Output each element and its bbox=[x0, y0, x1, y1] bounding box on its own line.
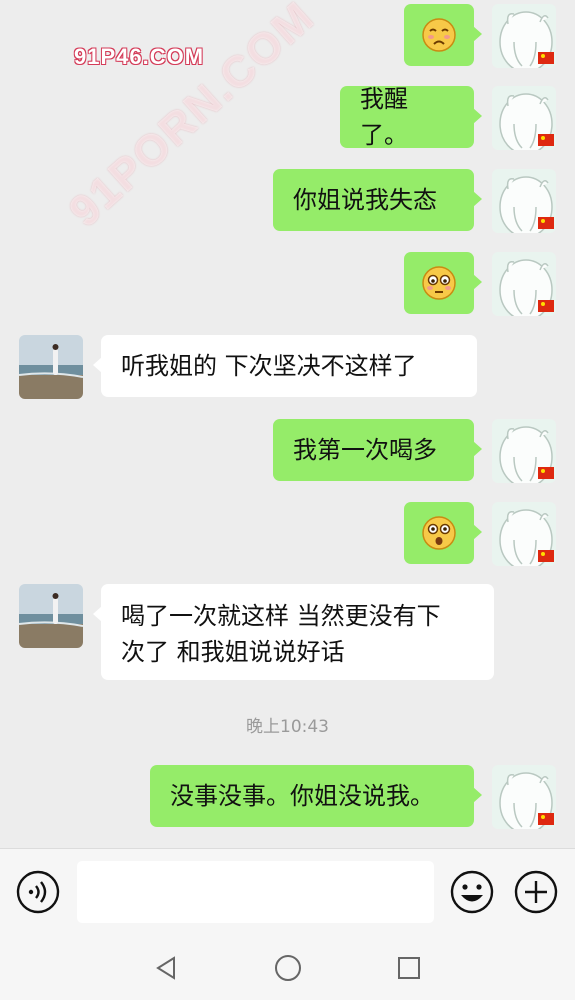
message-bubble-emoji[interactable] bbox=[404, 4, 482, 66]
message-row: 没事没事。你姐没说我。 bbox=[0, 765, 575, 829]
message-line: 次了 和我姐说说好话 bbox=[121, 638, 345, 666]
message-bubble[interactable]: 喝了一次就这样 当然更没有下 次了 和我姐说说好话 bbox=[93, 584, 494, 680]
message-row: 你姐说我失态 bbox=[0, 169, 575, 233]
my-avatar[interactable] bbox=[492, 765, 556, 829]
timestamp: 晚上10:43 bbox=[246, 717, 329, 737]
message-bubble[interactable]: 我第一次喝多 bbox=[273, 419, 482, 481]
contact-avatar[interactable] bbox=[19, 335, 83, 399]
voice-icon[interactable] bbox=[16, 870, 60, 914]
message-row bbox=[0, 252, 575, 316]
message-bubble[interactable]: 我醒了。 bbox=[340, 85, 482, 149]
home-circle-icon[interactable] bbox=[270, 950, 306, 986]
message-bubble-emoji[interactable] bbox=[404, 502, 482, 564]
my-avatar[interactable] bbox=[492, 419, 556, 483]
emoji-icon[interactable] bbox=[450, 870, 494, 914]
my-avatar[interactable] bbox=[492, 502, 556, 566]
sigh-face-icon bbox=[404, 4, 474, 66]
message-row: 我第一次喝多 bbox=[0, 419, 575, 483]
system-nav-bar bbox=[0, 936, 575, 1000]
input-bar bbox=[0, 848, 575, 936]
plus-icon[interactable] bbox=[514, 870, 558, 914]
message-bubble[interactable]: 没事没事。你姐没说我。 bbox=[150, 765, 482, 827]
message-row bbox=[0, 502, 575, 566]
back-triangle-icon[interactable] bbox=[148, 950, 184, 986]
my-avatar[interactable] bbox=[492, 169, 556, 233]
message-bubble[interactable]: 你姐说我失态 bbox=[273, 169, 482, 231]
message-row bbox=[0, 4, 575, 68]
contact-avatar[interactable] bbox=[19, 584, 83, 648]
flushed-face-icon bbox=[404, 252, 474, 314]
message-input[interactable] bbox=[77, 861, 434, 923]
message-line: 喝了一次就这样 当然更没有下 bbox=[121, 602, 441, 630]
message-row: 我醒了。 bbox=[0, 85, 575, 150]
message-row: 喝了一次就这样 当然更没有下 次了 和我姐说说好话 bbox=[0, 584, 575, 680]
message-row: 听我姐的 下次坚决不这样了 bbox=[0, 335, 575, 399]
surprised-face-icon bbox=[404, 502, 474, 564]
message-bubble[interactable]: 听我姐的 下次坚决不这样了 bbox=[93, 335, 477, 397]
message-bubble-emoji[interactable] bbox=[404, 252, 482, 314]
my-avatar[interactable] bbox=[492, 86, 556, 150]
recents-square-icon[interactable] bbox=[391, 950, 427, 986]
chat-area[interactable]: 91P46.COM 91PORN.COM 我醒了。 你姐说我失态 听我姐的 下次… bbox=[0, 0, 575, 848]
my-avatar[interactable] bbox=[492, 4, 556, 68]
my-avatar[interactable] bbox=[492, 252, 556, 316]
